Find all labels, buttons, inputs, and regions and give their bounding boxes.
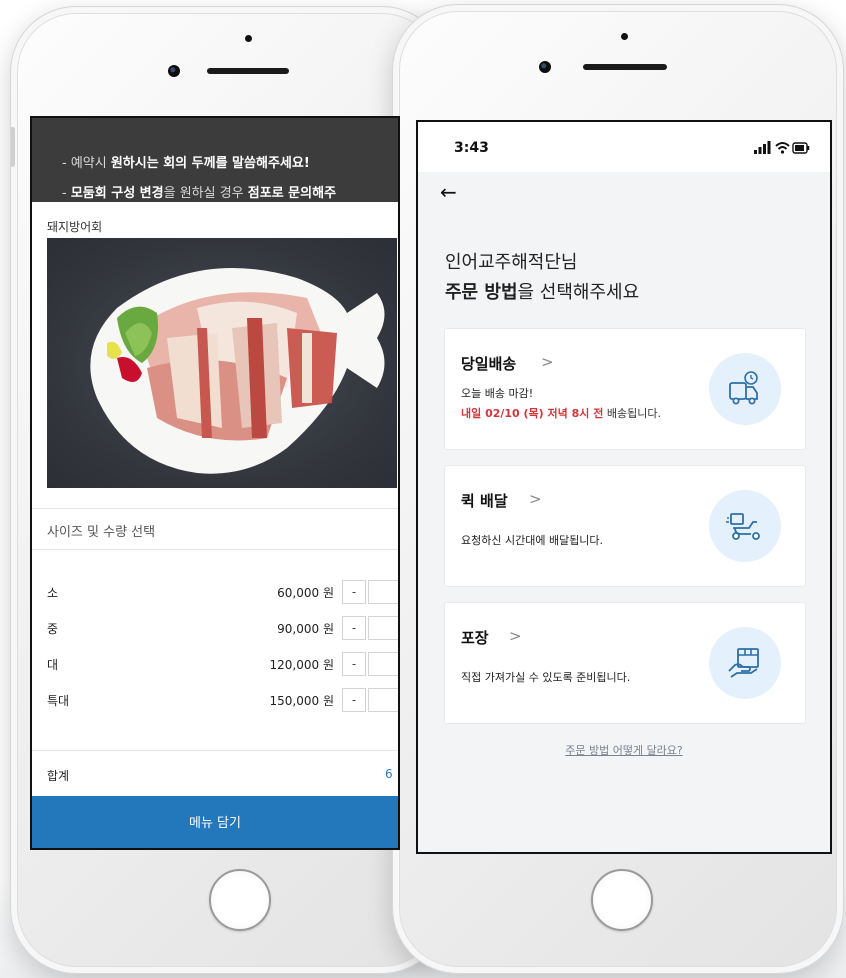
notice-banner: - 예약시 원하시는 회의 두께를 말씀해주세요! - 모둠회 구성 변경을 원… [32, 118, 398, 202]
size-name: 대 [47, 658, 59, 672]
size-row: 소 60,000 원 - [32, 580, 398, 604]
option-desc: 오늘 배송 마감! [461, 387, 534, 400]
total-label: 합계 [47, 769, 70, 783]
chevron-right-icon: > [541, 353, 554, 371]
option-card-quick-delivery[interactable]: 퀵 배달 > 요청하신 시간대에 배달됩니다. [444, 465, 806, 587]
notice-bold: 모둠회 구성 변경 [70, 186, 164, 201]
nav-bar: ← [418, 172, 830, 216]
delivery-truck-clock-icon [709, 353, 781, 425]
notice-text: - [62, 186, 71, 201]
sensor-dot [245, 35, 252, 42]
size-price: 120,000 원 [269, 658, 334, 672]
option-desc: 요청하신 시간대에 배달됩니다. [461, 534, 604, 547]
delivery-scooter-icon [709, 490, 781, 562]
back-arrow-icon[interactable]: ← [440, 180, 457, 204]
option-desc-rest: 배송됩니다. [603, 407, 661, 420]
product-title: 돼지방어회 [47, 220, 103, 234]
size-price: 150,000 원 [269, 694, 334, 708]
quantity-field[interactable] [368, 688, 398, 712]
notice-line-2: - 모둠회 구성 변경을 원하실 경우 점포로 문의해주 [62, 182, 336, 201]
order-method-help-link[interactable]: 주문 방법 어떻게 달라요? [418, 742, 830, 758]
greeting-rest: 을 선택해주세요 [517, 282, 640, 303]
option-desc: 내일 02/10 (목) 저녁 8시 전 배송됩니다. [461, 405, 661, 421]
package-hand-icon [709, 627, 781, 699]
status-icons [754, 140, 810, 159]
greeting-name: 인어교주해적단님 [445, 252, 578, 273]
chevron-right-icon: > [509, 627, 522, 645]
size-name: 특대 [47, 694, 70, 708]
size-row: 특대 150,000 원 - [32, 688, 398, 712]
status-time: 3:43 [454, 140, 489, 156]
earpiece [207, 68, 289, 74]
status-bar: 3:43 [418, 122, 830, 172]
home-button[interactable] [209, 869, 271, 931]
sensor-dot [621, 33, 628, 40]
minus-button[interactable]: - [342, 652, 366, 676]
option-title: 포장 [461, 629, 489, 647]
minus-button[interactable]: - [342, 580, 366, 604]
option-title: 퀵 배달 [461, 492, 508, 510]
size-price: 60,000 원 [277, 586, 334, 600]
delivery-deadline: 내일 02/10 (목) 저녁 8시 전 [461, 407, 604, 420]
notice-bold: 점포로 문의해주 [247, 186, 337, 201]
total-row: 합계 6 [32, 750, 398, 796]
earpiece [583, 64, 667, 70]
front-camera [539, 61, 551, 73]
option-desc: 직접 가져가실 수 있도록 준비됩니다. [461, 671, 631, 684]
quantity-field[interactable] [368, 652, 398, 676]
notice-text: - 예약시 [62, 156, 111, 171]
option-card-takeout[interactable]: 포장 > 직접 가져가실 수 있도록 준비됩니다. [444, 602, 806, 724]
quantity-field[interactable] [368, 616, 398, 640]
home-button[interactable] [591, 869, 653, 931]
notice-text: 을 원하실 경우 [163, 186, 248, 201]
size-name: 소 [47, 586, 59, 600]
minus-button[interactable]: - [342, 616, 366, 640]
left-screen: - 예약시 원하시는 회의 두께를 말씀해주세요! - 모둠회 구성 변경을 원… [30, 116, 400, 850]
notice-bold: 원하시는 회의 두께를 말씀해주세요! [110, 156, 310, 171]
quantity-field[interactable] [368, 580, 398, 604]
option-card-same-day-delivery[interactable]: 당일배송 > 오늘 배송 마감! 내일 02/10 (목) 저녁 8시 전 배송… [444, 328, 806, 450]
greeting-bold: 주문 방법 [445, 282, 518, 303]
chevron-right-icon: > [529, 490, 542, 508]
size-price: 90,000 원 [277, 622, 334, 636]
wifi-icon [775, 142, 790, 154]
front-camera [168, 65, 180, 77]
signal-icon [754, 141, 771, 154]
notice-line-1: - 예약시 원하시는 회의 두께를 말씀해주세요! [62, 152, 310, 171]
side-button [11, 127, 15, 167]
product-photo [47, 238, 397, 488]
size-section-header: 사이즈 및 수량 선택 [32, 508, 398, 550]
size-row: 중 90,000 원 - [32, 616, 398, 640]
add-to-cart-button[interactable]: 메뉴 담기 [32, 796, 398, 848]
right-screen: 3:43 ← 인어교주해적단님 주문 방법을 선택해주세요 당일배송 > 오늘 … [416, 120, 832, 854]
size-row: 대 120,000 원 - [32, 652, 398, 676]
greeting-message: 주문 방법을 선택해주세요 [445, 278, 639, 304]
size-name: 중 [47, 622, 59, 636]
total-value: 6 [385, 767, 393, 781]
battery-icon [792, 142, 810, 154]
minus-button[interactable]: - [342, 688, 366, 712]
option-title: 당일배송 [461, 355, 517, 373]
